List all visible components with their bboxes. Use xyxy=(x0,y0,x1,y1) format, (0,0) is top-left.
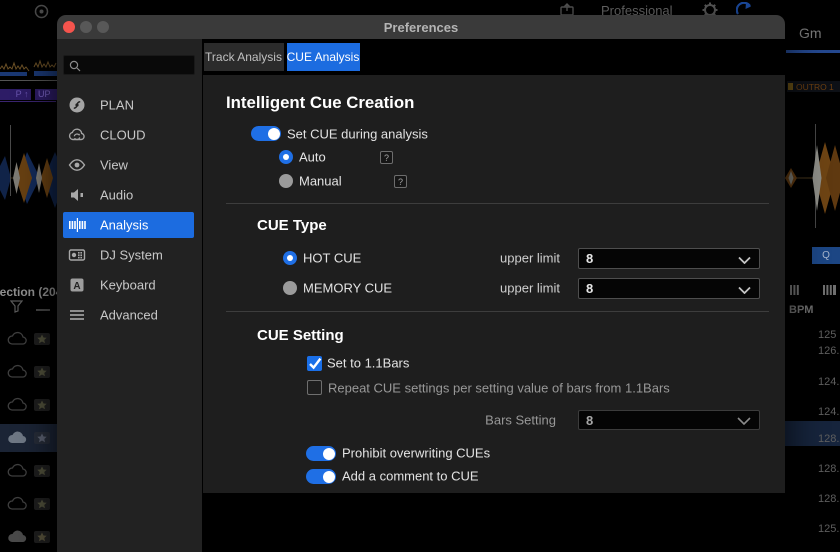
svg-text:A: A xyxy=(73,281,80,292)
